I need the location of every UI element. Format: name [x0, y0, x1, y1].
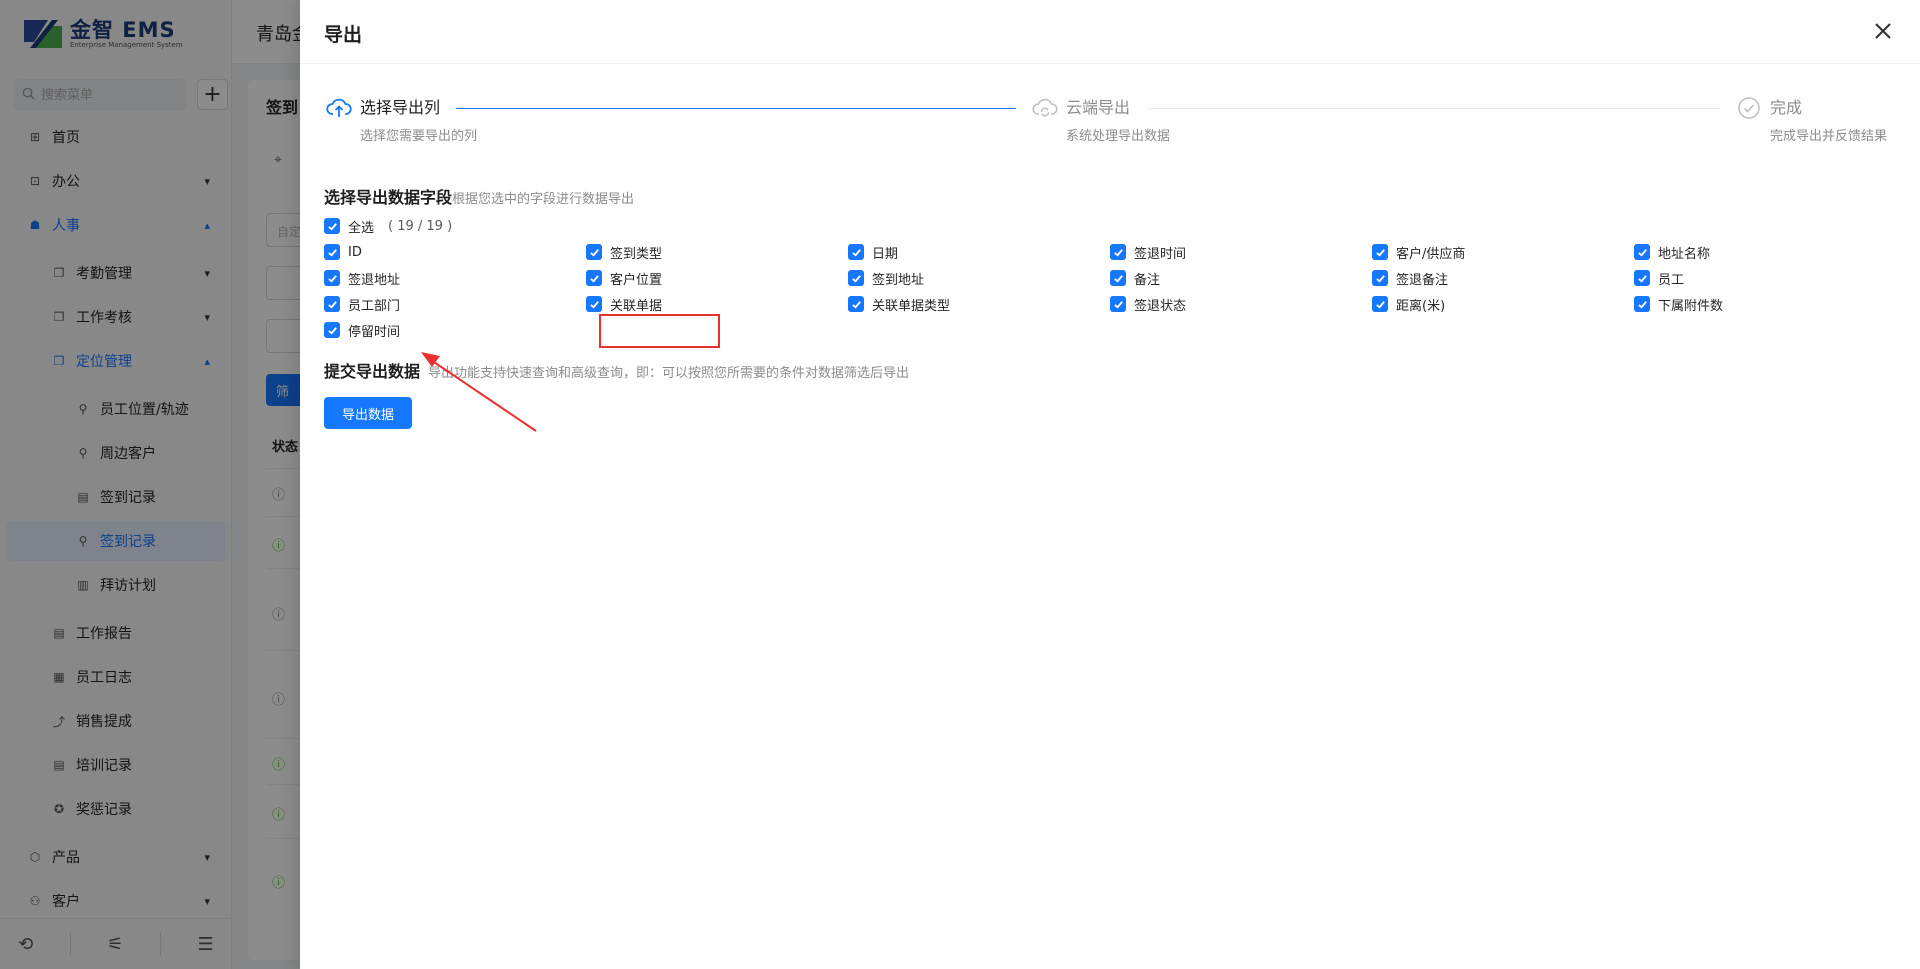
checkbox-checked-icon — [1372, 244, 1388, 260]
field-checkbox[interactable]: 签退备注 — [1372, 268, 1448, 288]
checkbox-checked-icon — [1372, 296, 1388, 312]
field-checkbox[interactable]: 日期 — [848, 242, 898, 262]
field-label: 签到地址 — [872, 272, 925, 288]
field-label: 距离(米) — [1396, 298, 1446, 314]
checkbox-checked-icon — [848, 244, 864, 260]
field-label: 签退时间 — [1134, 246, 1187, 262]
checkbox-checked-icon — [586, 270, 602, 286]
field-label: 停留时间 — [348, 324, 401, 340]
field-label: 关联单据 — [610, 298, 663, 314]
step-desc: 系统处理导出数据 — [1066, 129, 1171, 144]
checkbox-checked-icon — [586, 244, 602, 260]
selected-count: ( 19 / 19 ) — [388, 218, 453, 234]
export-data-button[interactable]: 导出数据 — [324, 397, 412, 429]
checkbox-checked-icon — [586, 296, 602, 312]
drawer-title: 导出 — [324, 24, 363, 46]
annotation-arrow — [421, 352, 537, 432]
step-title: 完成 — [1770, 98, 1803, 117]
field-checkbox[interactable]: 签到地址 — [848, 268, 924, 288]
field-checkbox[interactable]: 员工 — [1634, 268, 1684, 288]
export-drawer: 导出 选择导出列 选择您需要导出的列 云端导出 系统处理导出数据 完成 完成导出… — [300, 0, 1920, 969]
field-label: 签到类型 — [610, 246, 663, 262]
step-select-columns: 选择导出列 选择您需要导出的列 — [326, 95, 477, 144]
field-checkbox[interactable]: 员工部门 — [324, 294, 400, 314]
field-checkbox[interactable]: ID — [324, 242, 362, 262]
checkbox-checked-icon — [1110, 270, 1126, 286]
checkbox-checked-icon — [324, 322, 340, 338]
field-checkbox[interactable]: 签退地址 — [324, 268, 400, 288]
fields-section-title: 选择导出数据字段根据您选中的字段进行数据导出 — [324, 184, 634, 208]
step-complete: 完成 完成导出并反馈结果 — [1736, 95, 1887, 144]
submit-section-heading: 提交导出数据 — [324, 362, 421, 381]
field-checkbox[interactable]: 关联单据类型 — [848, 294, 950, 314]
cloud-upload-icon — [326, 95, 352, 121]
submit-section-title: 提交导出数据 导出功能支持快速查询和高级查询，即：可以按照您所需要的条件对数据筛选… — [324, 358, 909, 382]
field-label: 签退状态 — [1134, 298, 1187, 314]
submit-section-desc: 导出功能支持快速查询和高级查询，即：可以按照您所需要的条件对数据筛选后导出 — [428, 366, 910, 381]
field-checkbox[interactable]: 下属附件数 — [1634, 294, 1723, 314]
check-circle-icon — [1736, 95, 1762, 121]
checkbox-checked-icon — [1634, 244, 1650, 260]
field-checkbox[interactable]: 关联单据 — [586, 294, 662, 314]
checkbox-checked-icon — [1110, 296, 1126, 312]
field-checkbox[interactable]: 停留时间 — [324, 320, 400, 340]
checkbox-checked-icon — [1634, 270, 1650, 286]
field-checkbox[interactable]: 地址名称 — [1634, 242, 1710, 262]
field-checkbox[interactable]: 距离(米) — [1372, 294, 1445, 314]
step-desc: 选择您需要导出的列 — [360, 129, 478, 144]
close-icon[interactable] — [1868, 16, 1898, 46]
step-cloud-export: 云端导出 系统处理导出数据 — [1032, 95, 1170, 144]
field-label: 关联单据类型 — [872, 298, 951, 314]
field-checkbox[interactable]: 签退时间 — [1110, 242, 1186, 262]
field-label: 签退备注 — [1396, 272, 1449, 288]
annotation-highlight-box — [599, 314, 720, 348]
field-label: 备注 — [1134, 272, 1161, 288]
checkbox-checked-icon — [324, 218, 340, 234]
checkbox-checked-icon — [324, 296, 340, 312]
checkbox-checked-icon — [324, 244, 340, 260]
checkbox-checked-icon — [1372, 270, 1388, 286]
field-label: 日期 — [872, 246, 899, 262]
field-checkbox[interactable]: 签退状态 — [1110, 294, 1186, 314]
fields-section-heading: 选择导出数据字段 — [324, 188, 453, 207]
step-desc: 完成导出并反馈结果 — [1770, 129, 1888, 144]
field-checkbox[interactable]: 客户/供应商 — [1372, 242, 1465, 262]
field-label: 客户位置 — [610, 272, 663, 288]
field-label: ID — [348, 244, 362, 260]
field-checkbox[interactable]: 备注 — [1110, 268, 1160, 288]
field-label: 员工部门 — [348, 298, 401, 314]
cloud-sync-icon — [1032, 95, 1058, 121]
checkbox-checked-icon — [1110, 244, 1126, 260]
field-label: 地址名称 — [1658, 246, 1711, 262]
select-all-checkbox[interactable]: 全选 ( 19 / 19 ) — [324, 216, 452, 236]
checkbox-checked-icon — [848, 270, 864, 286]
step-connector-wait — [1148, 108, 1720, 109]
field-label: 下属附件数 — [1658, 298, 1724, 314]
drawer-header: 导出 — [300, 0, 1920, 64]
select-all-label: 全选 — [348, 220, 375, 236]
field-checkbox[interactable]: 客户位置 — [586, 268, 662, 288]
checkbox-checked-icon — [1634, 296, 1650, 312]
field-label: 客户/供应商 — [1396, 246, 1466, 262]
field-label: 签退地址 — [348, 272, 401, 288]
field-checkbox[interactable]: 签到类型 — [586, 242, 662, 262]
fields-section-desc: 根据您选中的字段进行数据导出 — [452, 192, 635, 207]
checkbox-checked-icon — [324, 270, 340, 286]
field-label: 员工 — [1658, 272, 1685, 288]
step-connector-done — [456, 108, 1016, 109]
checkbox-checked-icon — [848, 296, 864, 312]
